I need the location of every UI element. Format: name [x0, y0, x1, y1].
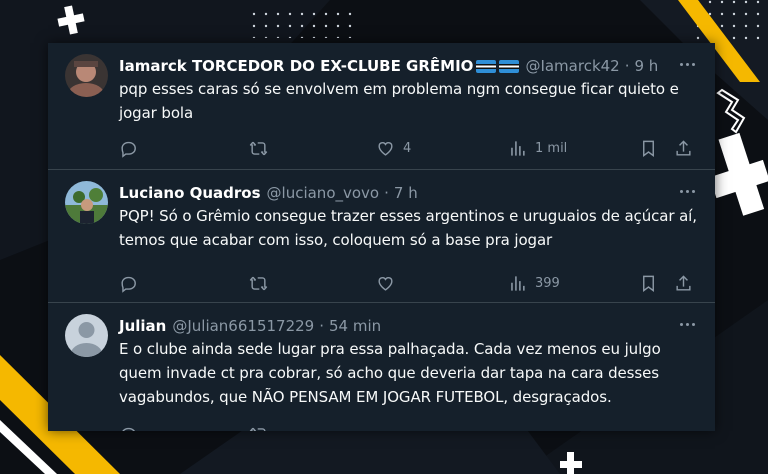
gremio-flag-icon [499, 59, 520, 73]
author-name[interactable]: Julian [119, 315, 166, 337]
tweet-time[interactable]: 54 min [329, 315, 381, 337]
bookmark-button[interactable] [639, 273, 658, 293]
tweet-item[interactable]: Iamarck TORCEDOR DO EX-CLUBE GRÊMIO @Iam… [48, 43, 715, 170]
author-name[interactable]: Iamarck TORCEDOR DO EX-CLUBE GRÊMIO [119, 55, 473, 77]
like-count: 4 [403, 140, 412, 156]
tweet-item[interactable]: Julian @Julian661517229 · 54 min E o clu… [48, 303, 715, 431]
author-handle[interactable]: @luciano_vovo [267, 182, 380, 204]
plus-icon-right [709, 132, 768, 216]
reply-icon [122, 427, 136, 431]
bookmark-button[interactable] [639, 138, 658, 158]
tweet-actions [119, 424, 699, 431]
retweet-button[interactable] [249, 424, 268, 431]
views-button[interactable]: 399 [508, 273, 560, 293]
tweet-actions: 399 [119, 273, 699, 293]
separator-dot: · [624, 57, 630, 75]
author-name[interactable]: Luciano Quadros [119, 182, 261, 204]
reply-button[interactable] [119, 273, 138, 293]
tweet-time[interactable]: 9 h [635, 55, 659, 77]
more-icon[interactable] [675, 312, 699, 336]
tweet-header: Luciano Quadros @luciano_vovo · 7 h [119, 182, 418, 204]
views-button[interactable]: 1 mil [508, 138, 567, 158]
views-count: 399 [535, 275, 560, 291]
more-icon[interactable] [675, 52, 699, 76]
share-button[interactable] [674, 273, 693, 293]
tweet-text: PQP! Só o Grêmio consegue trazer esses a… [119, 207, 697, 249]
like-button[interactable]: 4 [376, 138, 411, 158]
reply-button[interactable] [119, 424, 138, 431]
retweet-button[interactable] [249, 273, 268, 293]
retweet-icon [249, 141, 268, 155]
tweet-actions: 4 1 mil [119, 138, 699, 158]
like-button[interactable] [376, 273, 395, 293]
reply-icon [121, 141, 136, 158]
more-icon[interactable] [675, 179, 699, 203]
views-count: 1 mil [535, 140, 568, 156]
like-icon [378, 141, 393, 156]
tweet-item[interactable]: Luciano Quadros @luciano_vovo · 7 h PQP!… [48, 170, 715, 303]
retweet-icon [249, 427, 266, 431]
tweet-header: Julian @Julian661517229 · 54 min [119, 315, 381, 337]
tweet-time[interactable]: 7 h [394, 182, 418, 204]
views-icon [511, 140, 525, 156]
tweet-header: Iamarck TORCEDOR DO EX-CLUBE GRÊMIO @Iam… [119, 55, 658, 77]
share-icon [676, 139, 691, 156]
reply-button[interactable] [119, 138, 138, 158]
share-icon [676, 274, 691, 291]
bookmark-icon [643, 140, 654, 157]
views-icon [511, 275, 525, 291]
avatar[interactable] [65, 181, 108, 224]
separator-dot: · [384, 184, 389, 202]
tweet-text: pqp esses caras só se envolvem em proble… [119, 80, 679, 122]
separator-dot: · [319, 317, 324, 335]
bookmark-icon [643, 275, 654, 292]
author-handle[interactable]: @Iamarck42 [525, 55, 619, 77]
like-icon [378, 276, 393, 291]
share-button[interactable] [674, 138, 693, 158]
author-handle[interactable]: @Julian661517229 [172, 315, 314, 337]
avatar[interactable] [65, 314, 108, 357]
tweets-card: Iamarck TORCEDOR DO EX-CLUBE GRÊMIO @Iam… [48, 43, 715, 431]
retweet-button[interactable] [249, 138, 268, 158]
gremio-flag-icon [476, 59, 497, 73]
tweet-text: E o clube ainda sede lugar pra essa palh… [119, 340, 661, 406]
avatar[interactable] [65, 54, 108, 97]
retweet-icon [249, 276, 268, 290]
reply-icon [121, 276, 136, 293]
